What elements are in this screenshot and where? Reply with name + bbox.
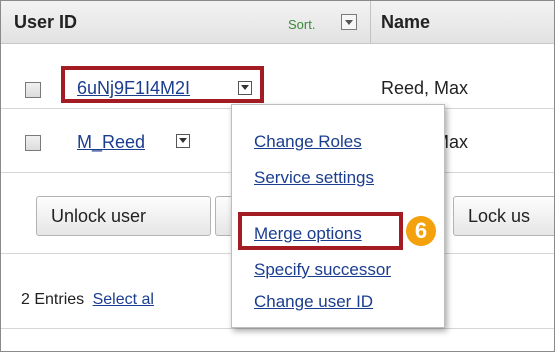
entries-count: 2 Entries <box>21 291 85 308</box>
divider <box>1 328 554 329</box>
user-name-cell: Reed, Max <box>381 78 469 98</box>
menu-item-specify-successor[interactable]: Specify successor <box>254 260 391 280</box>
column-divider <box>370 1 371 43</box>
menu-item-change-roles[interactable]: Change Roles <box>254 132 362 152</box>
unlock-user-button[interactable]: Unlock user <box>36 196 211 236</box>
step-number-badge: 6 <box>406 216 436 246</box>
column-header-user-id[interactable]: User ID <box>14 12 77 33</box>
row-checkbox[interactable] <box>25 82 41 98</box>
sort-dropdown-icon[interactable] <box>341 14 357 30</box>
table-header: User ID Sort. Name <box>1 1 554 44</box>
user-id-link[interactable]: M_Reed <box>77 132 145 153</box>
column-header-name[interactable]: Name <box>381 12 430 33</box>
table-footer: 2 Entries Select al <box>21 291 154 309</box>
select-all-link[interactable]: Select al <box>93 291 154 308</box>
user-table-panel: User ID Sort. Name 6uNj9F1I4M2I Reed, Ma… <box>0 0 555 352</box>
menu-item-service-settings[interactable]: Service settings <box>254 168 374 188</box>
highlight-box-user-id <box>61 66 264 103</box>
sort-link[interactable]: Sort. <box>288 17 315 32</box>
row-menu-dropdown-icon[interactable] <box>176 134 190 148</box>
menu-item-change-user-id[interactable]: Change user ID <box>254 292 373 312</box>
row-checkbox[interactable] <box>25 135 41 151</box>
lock-user-button[interactable]: Lock us <box>453 196 554 236</box>
highlight-box-merge-options <box>238 212 403 250</box>
